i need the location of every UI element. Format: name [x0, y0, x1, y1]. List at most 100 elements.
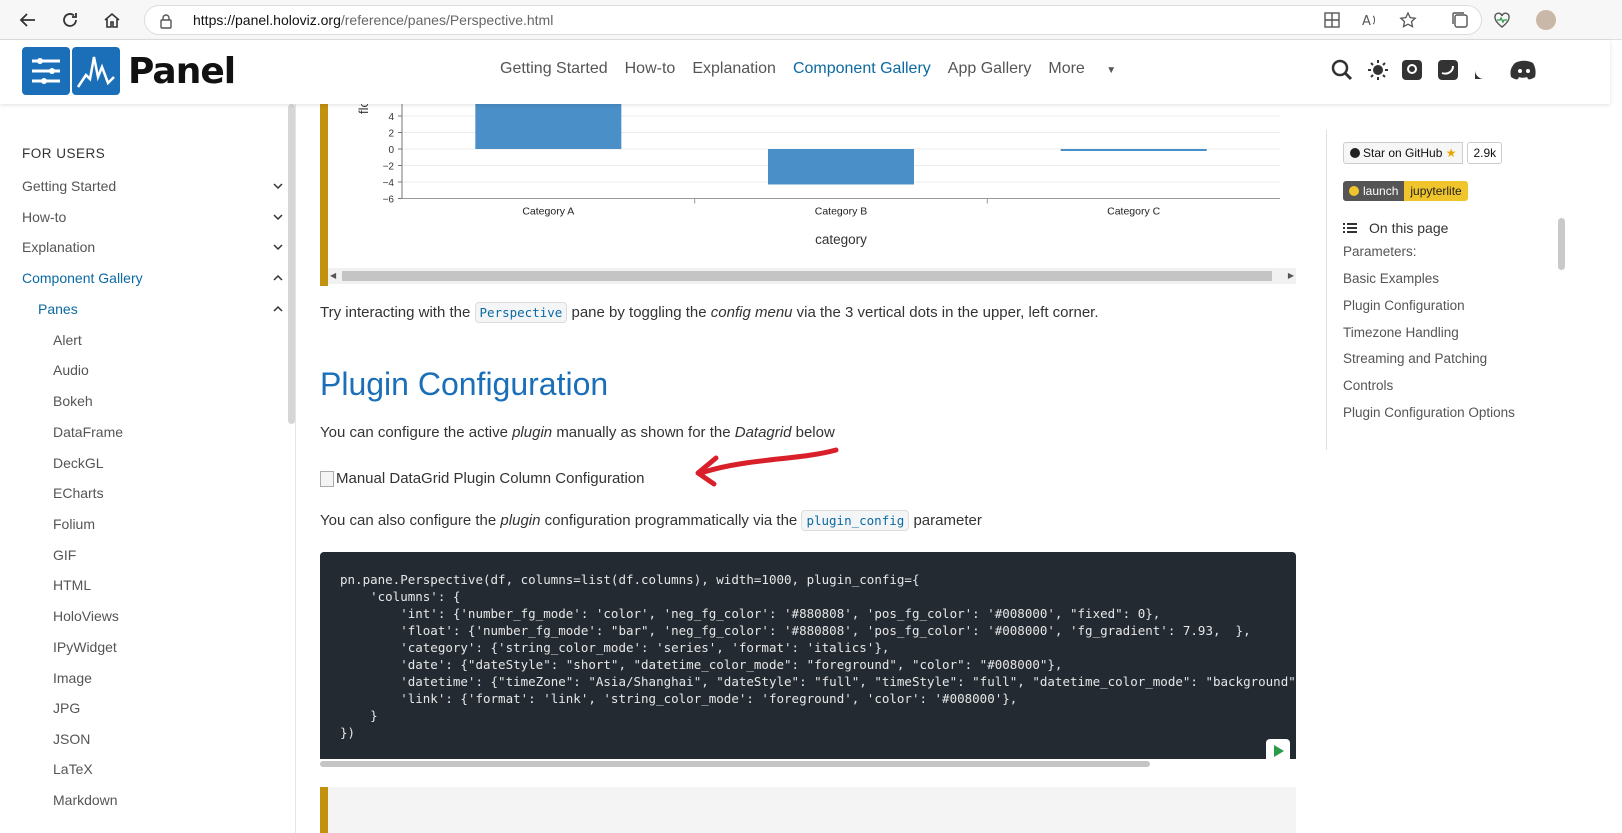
- toc-item-streaming-patching[interactable]: Streaming and Patching: [1343, 351, 1487, 366]
- chevron-down-icon[interactable]: [272, 180, 284, 192]
- twitter-icon[interactable]: [1436, 58, 1460, 82]
- sidebar-item-ipywidget[interactable]: IPyWidget: [53, 639, 117, 655]
- programmatic-paragraph: You can also configure the plugin config…: [320, 510, 982, 531]
- y-tick-label: 4: [388, 112, 394, 123]
- toc-item-parameters[interactable]: Parameters:: [1343, 244, 1417, 259]
- sidebar-item-panes[interactable]: Panes: [38, 301, 78, 317]
- jl-left-text: launch: [1363, 184, 1399, 198]
- nav-more[interactable]: More ▼: [1048, 60, 1116, 78]
- text: parameter: [913, 512, 982, 529]
- text: via the 3 vertical dots in the upper, le…: [796, 304, 1099, 321]
- sidebar-item-folium[interactable]: Folium: [53, 516, 95, 532]
- chevron-down-icon[interactable]: [272, 211, 284, 223]
- discourse-chat-icon[interactable]: [1472, 58, 1496, 82]
- back-icon[interactable]: [16, 8, 40, 32]
- collections-icon[interactable]: [1450, 10, 1470, 30]
- address-bar[interactable]: https://panel.holoviz.org/reference/pane…: [144, 5, 1482, 35]
- sidebar-item-dataframe[interactable]: DataFrame: [53, 424, 123, 440]
- code-line: 'category': {'string_color_mode': 'serie…: [340, 640, 890, 655]
- sidebar-item-component-gallery[interactable]: Component Gallery: [22, 270, 143, 286]
- perspective-output: flo 4 2 0 −2 −4 −6 Category A Category B Category…: [320, 104, 1296, 286]
- text: You can configure the active: [320, 424, 508, 441]
- sliders-logo-icon: [22, 47, 70, 95]
- search-icon[interactable]: [1330, 58, 1354, 82]
- toc-item-basic-examples[interactable]: Basic Examples: [1343, 271, 1439, 286]
- emphasis: Datagrid: [734, 424, 792, 441]
- y-tick-label: −4: [383, 178, 395, 189]
- sidebar-item-markdown[interactable]: Markdown: [53, 792, 118, 808]
- sidebar-item-bokeh[interactable]: Bokeh: [53, 393, 93, 409]
- refresh-icon[interactable]: [58, 8, 82, 32]
- favorite-star-icon[interactable]: [1398, 10, 1418, 30]
- app-view-icon[interactable]: [1322, 10, 1342, 30]
- github-icon[interactable]: [1400, 58, 1424, 82]
- sidebar-item-html[interactable]: HTML: [53, 577, 91, 593]
- page-scrollbar[interactable]: [1558, 218, 1565, 270]
- panel-logo[interactable]: Panel: [22, 46, 236, 96]
- output-horizontal-scrollbar[interactable]: ◀ ▶: [328, 268, 1296, 284]
- scroll-left-icon[interactable]: ◀: [330, 271, 336, 280]
- scrollbar-thumb[interactable]: [342, 271, 1272, 281]
- sidebar-item-explanation[interactable]: Explanation: [22, 239, 95, 255]
- lock-icon[interactable]: [159, 13, 173, 34]
- sidebar-item-latex[interactable]: LaTeX: [53, 761, 93, 777]
- read-aloud-icon[interactable]: A: [1360, 10, 1380, 30]
- toc-item-timezone-handling[interactable]: Timezone Handling: [1343, 325, 1459, 340]
- sidebar-item-image[interactable]: Image: [53, 670, 92, 686]
- sidebar-item-json[interactable]: JSON: [53, 731, 90, 747]
- code-horizontal-scrollbar[interactable]: [320, 759, 1296, 769]
- sidebar-scrollbar[interactable]: [288, 104, 295, 424]
- code-block[interactable]: pn.pane.Perspective(df, columns=list(df.…: [320, 552, 1296, 769]
- theme-toggle-icon[interactable]: [1366, 58, 1390, 82]
- nav-explanation[interactable]: Explanation: [692, 60, 776, 78]
- sidebar-item-alert[interactable]: Alert: [53, 332, 82, 348]
- toc-item-controls[interactable]: Controls: [1343, 378, 1393, 393]
- bar-chart[interactable]: flo 4 2 0 −2 −4 −6 Category A Category B Category…: [328, 104, 1296, 268]
- nav-app-gallery[interactable]: App Gallery: [948, 60, 1032, 78]
- sidebar-item-deckgl[interactable]: DeckGL: [53, 455, 104, 471]
- toc-item-plugin-configuration[interactable]: Plugin Configuration: [1343, 298, 1465, 313]
- chevron-up-icon[interactable]: [272, 272, 284, 284]
- caret-down-icon: ▼: [1106, 65, 1117, 76]
- text: Try interacting with the: [320, 304, 471, 321]
- sidebar-item-echarts[interactable]: ECharts: [53, 485, 104, 501]
- sidebar-item-how-to[interactable]: How-to: [22, 209, 66, 225]
- scroll-right-icon[interactable]: ▶: [1288, 271, 1294, 280]
- inline-code: Perspective: [474, 302, 568, 323]
- chart-logo-icon: [72, 47, 120, 95]
- star-icon: ★: [1442, 146, 1457, 160]
- code-line: }): [340, 725, 356, 740]
- sidebar-item-holoviews[interactable]: HoloViews: [53, 608, 119, 624]
- configure-paragraph: You can configure the active plugin manu…: [320, 424, 835, 441]
- health-heart-icon[interactable]: [1492, 10, 1512, 30]
- chevron-up-icon[interactable]: [272, 303, 284, 315]
- jupyterlite-badge[interactable]: launch jupyterlite: [1343, 181, 1468, 201]
- code-line: 'int': {'number_fg_mode': 'color', 'neg_…: [340, 606, 1161, 621]
- nav-how-to[interactable]: How-to: [625, 60, 676, 78]
- github-star-count: 2.9k: [1467, 142, 1503, 164]
- left-sidebar: FOR USERS Getting Started How-to Explana…: [0, 104, 296, 833]
- next-output-block: [320, 787, 1296, 833]
- home-icon[interactable]: [100, 8, 124, 32]
- chevron-down-icon[interactable]: [272, 241, 284, 253]
- section-heading[interactable]: Plugin Configuration: [320, 366, 608, 403]
- sidebar-item-gif[interactable]: GIF: [53, 547, 76, 563]
- annotation-arrow: [695, 447, 839, 487]
- github-badge-text: Star on GitHub: [1363, 146, 1443, 160]
- discord-icon[interactable]: [1510, 58, 1538, 82]
- sidebar-item-audio[interactable]: Audio: [53, 362, 89, 378]
- nav-component-gallery[interactable]: Component Gallery: [793, 60, 931, 78]
- profile-avatar[interactable]: [1536, 10, 1556, 30]
- toc-item-plugin-config-options[interactable]: Plugin Configuration Options: [1343, 405, 1515, 420]
- logo-text: Panel: [128, 50, 236, 92]
- scrollbar-thumb[interactable]: [320, 761, 1150, 767]
- sidebar-item-jpg[interactable]: JPG: [53, 700, 80, 716]
- main-nav: Getting Started How-to Explanation Compo…: [500, 60, 1133, 78]
- code-line: 'datetime': {"timeZone": "Asia/Shanghai"…: [340, 674, 1296, 689]
- inline-code: plugin_config: [801, 510, 910, 531]
- bar: [1060, 149, 1207, 151]
- nav-getting-started[interactable]: Getting Started: [500, 60, 608, 78]
- github-star-badge[interactable]: Star on GitHub ★ 2.9k: [1343, 142, 1503, 164]
- emphasis: plugin: [500, 512, 541, 529]
- sidebar-item-getting-started[interactable]: Getting Started: [22, 178, 116, 194]
